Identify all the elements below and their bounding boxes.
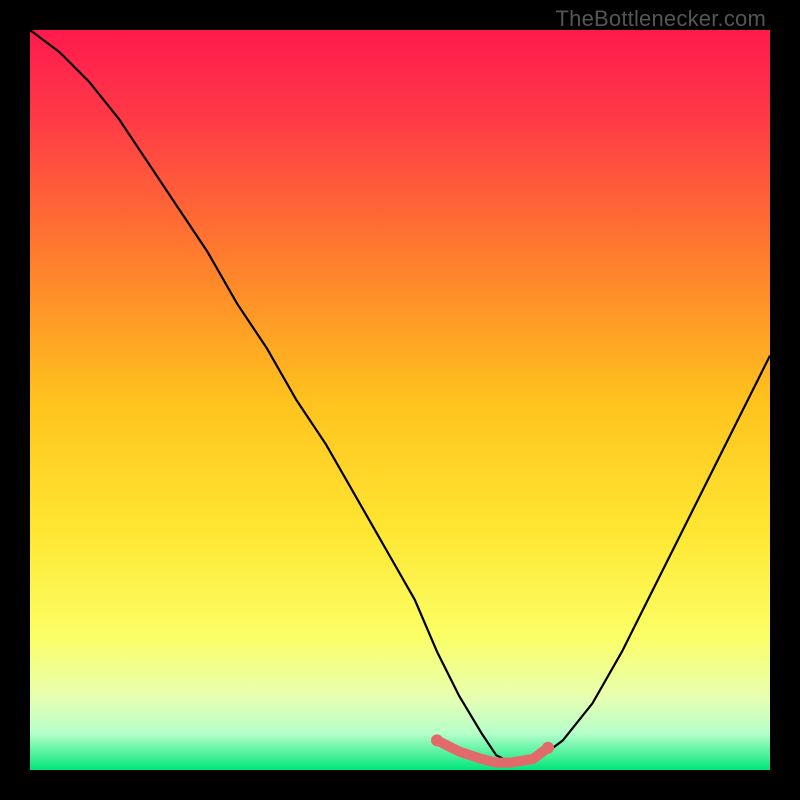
optimal-region-end-dot xyxy=(542,742,554,754)
chart-frame xyxy=(30,30,770,770)
gradient-background xyxy=(30,30,770,770)
optimal-region-start-dot xyxy=(431,734,443,746)
watermark-text: TheBottleneсker.com xyxy=(556,6,766,32)
bottleneck-chart xyxy=(30,30,770,770)
